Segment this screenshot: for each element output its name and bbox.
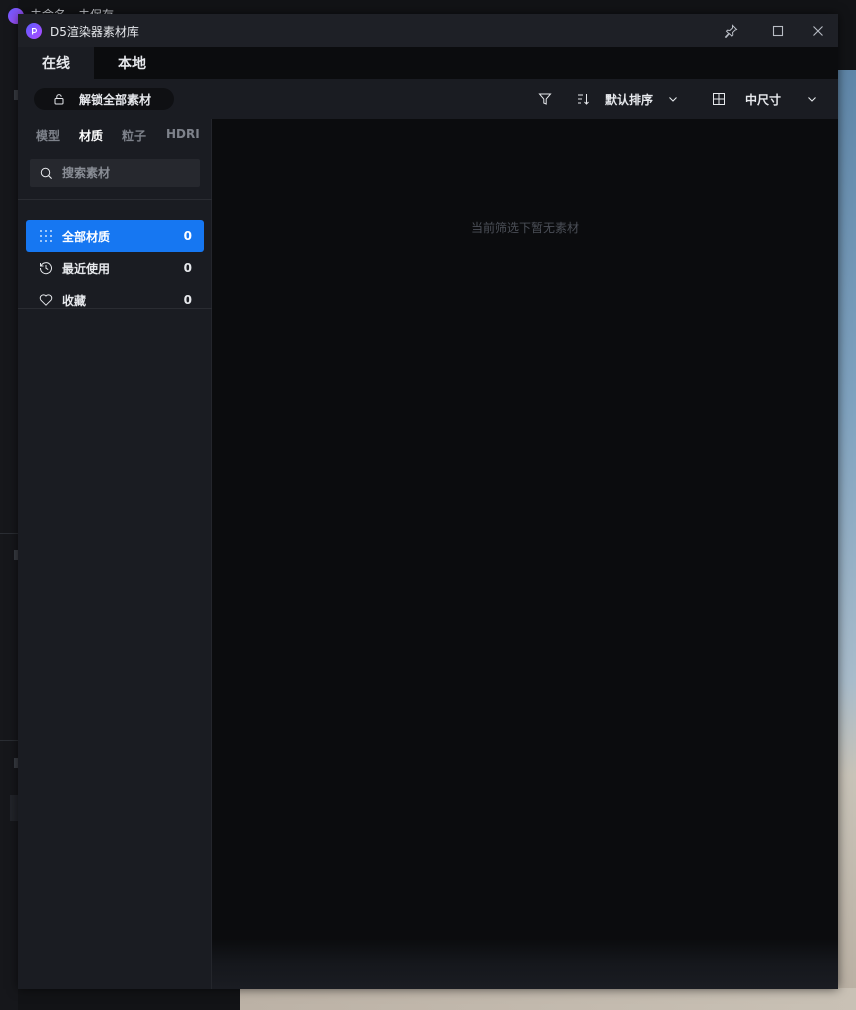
tab-online[interactable]: 在线 — [18, 47, 94, 79]
chevron-down-icon — [669, 97, 677, 102]
host-left-panel — [0, 0, 18, 1010]
host-panel-marker — [10, 795, 18, 821]
chevron-down-icon — [808, 97, 816, 102]
sidebar-item-label: 全部材质 — [62, 229, 111, 244]
maximize-button[interactable] — [767, 20, 789, 42]
sidebar-item-label: 收藏 — [62, 293, 87, 308]
sidebar-item-label: 最近使用 — [62, 261, 111, 276]
heart-icon — [39, 294, 53, 306]
host-panel-divider — [0, 740, 18, 741]
host-window-title: 未命名 - 未保存 — [30, 6, 114, 14]
category-tab-model[interactable]: 模型 — [36, 127, 60, 144]
search-icon — [40, 167, 52, 179]
sidebar-divider — [18, 308, 212, 309]
history-icon — [39, 262, 52, 275]
maximize-icon — [772, 25, 784, 37]
category-tab-particle[interactable]: 粒子 — [122, 127, 146, 144]
empty-state-message: 当前筛选下暂无素材 — [470, 221, 579, 235]
grid-view-icon — [713, 93, 725, 105]
category-tab-material[interactable]: 材质 — [79, 127, 103, 144]
tab-local[interactable]: 本地 — [94, 47, 170, 79]
sort-label: 默认排序 — [605, 92, 654, 107]
sort-dropdown[interactable]: 默认排序 — [576, 89, 679, 109]
filter-icon — [538, 93, 552, 105]
sidebar-item-favorites[interactable]: 收藏 0 — [26, 284, 204, 316]
unlock-all-label: 解锁全部素材 — [79, 92, 152, 107]
sort-icon — [578, 94, 589, 105]
dialog-title: D5渲染器素材库 — [50, 25, 139, 39]
viewport-sky — [836, 70, 856, 1010]
sidebar: 模型 材质 粒子 HDRI 全部材质 0 最近使用 0 收藏 0 — [18, 119, 212, 989]
search-box — [30, 159, 200, 187]
pin-icon — [724, 24, 738, 38]
sidebar-item-count: 0 — [183, 229, 192, 243]
host-panel-divider — [0, 533, 18, 534]
title-bar[interactable]: D5渲染器素材库 — [18, 14, 838, 47]
category-tabs: 模型 材质 粒子 HDRI — [18, 119, 212, 151]
sidebar-divider — [18, 199, 212, 200]
grid-dots-icon — [40, 230, 52, 242]
toolbar: 解锁全部素材 默认排序 中尺寸 — [18, 79, 838, 119]
size-dropdown[interactable]: 中尺寸 — [712, 89, 818, 109]
asset-grid-area[interactable]: 当前筛选下暂无素材 — [212, 119, 838, 989]
source-tabs: 在线 本地 — [18, 47, 838, 79]
d5-logo-icon — [26, 23, 42, 39]
category-tab-hdri[interactable]: HDRI — [166, 127, 200, 141]
close-button[interactable] — [807, 20, 829, 42]
close-icon — [813, 26, 823, 36]
grid-footer — [212, 939, 838, 989]
filter-button[interactable] — [538, 89, 552, 109]
pin-button[interactable] — [720, 20, 742, 42]
sidebar-item-all-materials[interactable]: 全部材质 0 — [26, 220, 204, 252]
search-input[interactable] — [62, 166, 192, 180]
viewport-floor — [240, 988, 856, 1010]
sidebar-item-recent[interactable]: 最近使用 0 — [26, 252, 204, 284]
lock-icon — [54, 94, 64, 105]
sidebar-item-count: 0 — [183, 293, 192, 307]
sidebar-item-count: 0 — [183, 261, 192, 275]
asset-library-dialog: D5渲染器素材库 在线 本地 解锁全部素材 默认排序 中尺寸 模型 材质 粒子 … — [18, 14, 838, 989]
size-label: 中尺寸 — [745, 92, 782, 107]
unlock-all-button[interactable]: 解锁全部素材 — [34, 88, 174, 110]
